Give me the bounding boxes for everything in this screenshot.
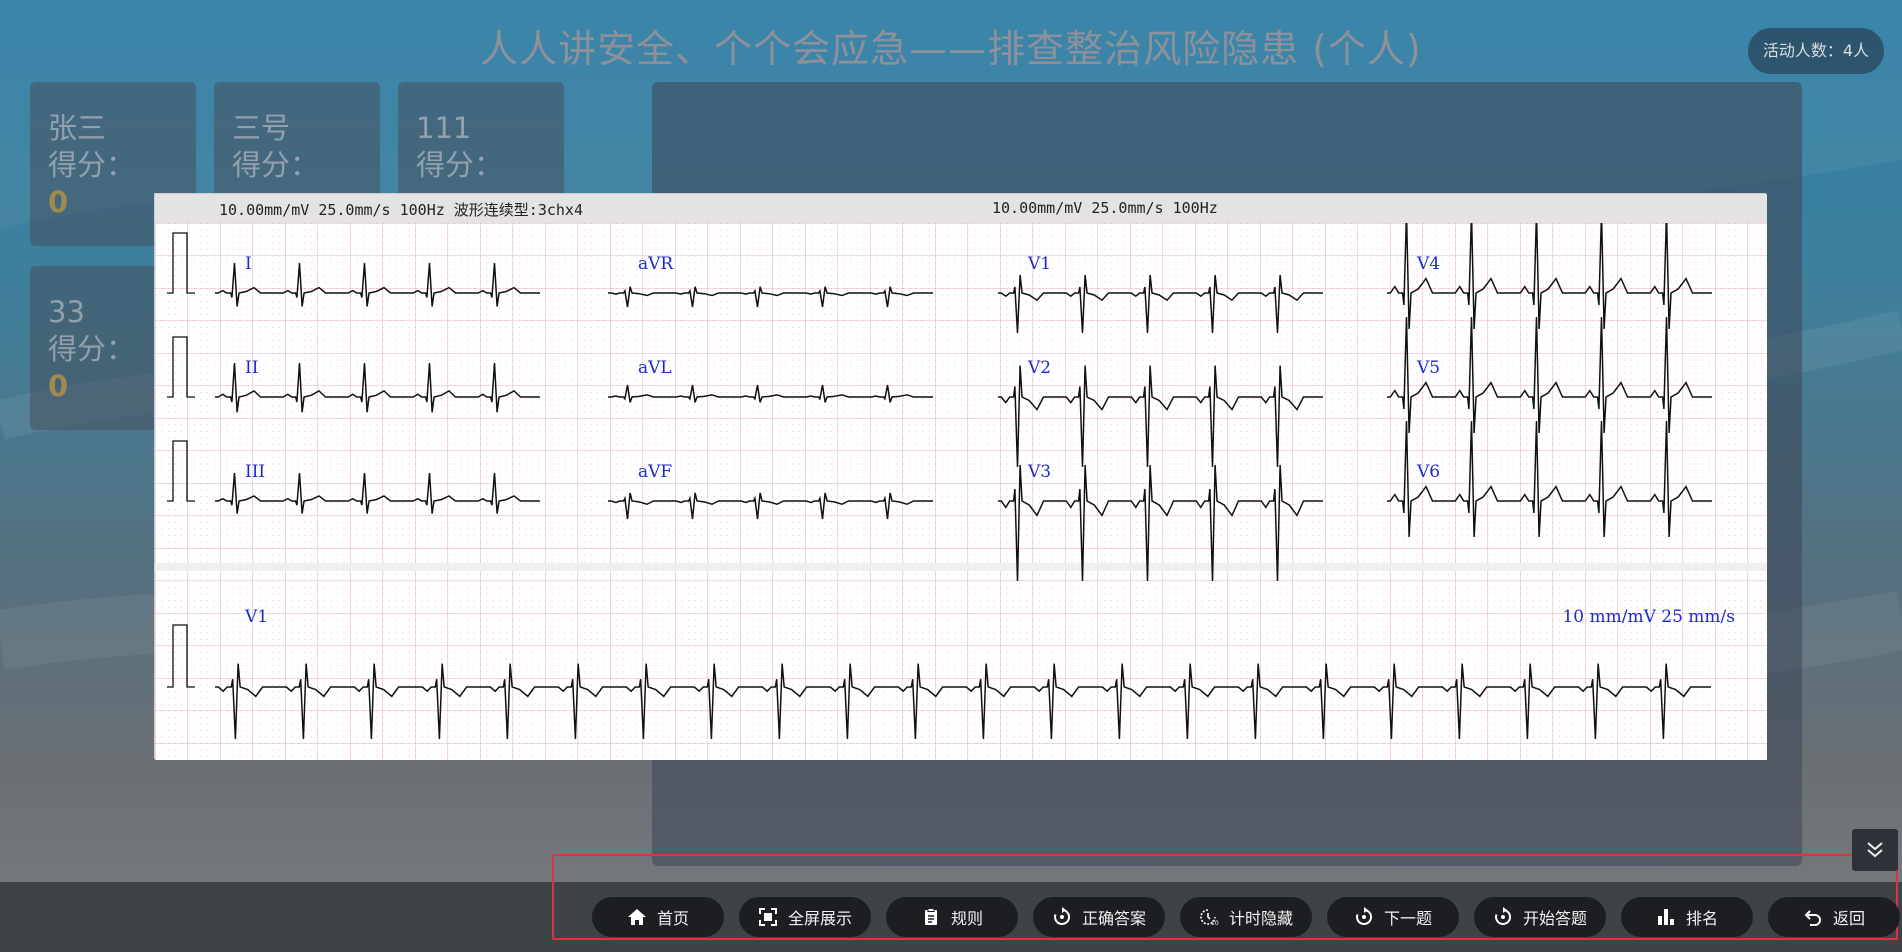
rules-button-label: 规则: [950, 909, 983, 928]
rules-icon: [924, 908, 937, 925]
score-label: 得分：: [48, 148, 136, 182]
ecg-lead-label: aVL: [638, 358, 672, 378]
start-answer-button-label: 开始答题: [1522, 909, 1587, 928]
page-title: 人人讲安全、个个会应急——排查整治风险隐患 (个人): [480, 27, 1422, 71]
start-answer-button[interactable]: 开始答题: [1474, 897, 1606, 937]
player-name: 三号: [232, 111, 291, 145]
correct-answer-button[interactable]: 正确答案: [1033, 897, 1165, 937]
start-icon: [1495, 907, 1511, 925]
active-count-badge: 活动人数：4人: [1748, 28, 1884, 74]
back-icon: [1804, 910, 1821, 926]
ranking-button-label: 排名: [1685, 909, 1718, 928]
ecg-lead-label: V2: [1027, 358, 1051, 378]
back-button[interactable]: 返回: [1768, 897, 1900, 937]
double-chevron-down-icon: [1867, 842, 1883, 858]
home-button-label: 首页: [656, 909, 689, 928]
timer-hide-button-label: 计时隐藏: [1228, 909, 1293, 928]
back-button-label: 返回: [1832, 909, 1865, 928]
collapse-toolbar-button[interactable]: [1852, 829, 1898, 871]
score-label: 得分：: [416, 148, 504, 182]
home-icon: [627, 909, 646, 925]
ecg-lead-label: V1: [244, 607, 268, 627]
home-button[interactable]: 首页: [592, 897, 724, 937]
ecg-lead-label: aVF: [638, 462, 672, 482]
timer-hide-icon: 10: [1200, 909, 1219, 927]
next-icon: [1356, 907, 1372, 925]
svg-text:10: 10: [1211, 920, 1219, 927]
ecg-lead-label: V4: [1416, 254, 1440, 274]
next-question-button[interactable]: 下一题: [1327, 897, 1459, 937]
fullscreen-icon: [758, 908, 777, 926]
timer-hide-button[interactable]: 10 计时隐藏: [1180, 897, 1312, 937]
ranking-button[interactable]: 排名: [1621, 897, 1753, 937]
ecg-lead-label: V3: [1027, 462, 1051, 482]
ecg-header-left: 10.00mm/mV 25.0mm/s 100Hz 波形连续型:3chx4: [219, 201, 583, 219]
ecg-lead-label: II: [245, 358, 258, 378]
next-question-button-label: 下一题: [1383, 909, 1432, 928]
ecg-header: 10.00mm/mV 25.0mm/s 100Hz 波形连续型:3chx4 10…: [155, 194, 1767, 223]
ecg-lead-label: V6: [1416, 462, 1440, 482]
player-name: 111: [416, 111, 472, 145]
ecg-lead-label: V5: [1416, 358, 1440, 378]
ecg-image: 10.00mm/mV 25.0mm/s 100Hz 波形连续型:3chx4 10…: [154, 193, 1767, 760]
fullscreen-button-label: 全屏展示: [787, 909, 852, 928]
ecg-header-right: 10.00mm/mV 25.0mm/s 100Hz: [992, 199, 1218, 217]
player-name: 张三: [48, 111, 107, 145]
ecg-lead-label: III: [245, 462, 265, 482]
ecg-traces: IaVR V1 V4 II aVL V2 V5 III aVF V3 V6 V1 10 mm/mV 25…: [155, 223, 1767, 760]
ecg-lead-label: I: [245, 254, 252, 274]
ecg-lead-label: 10 mm/mV 25 mm/s: [1562, 607, 1735, 627]
correct-answer-button-label: 正确答案: [1081, 909, 1146, 928]
answer-icon: [1054, 907, 1070, 925]
fullscreen-button[interactable]: 全屏展示: [739, 897, 871, 937]
rules-button[interactable]: 规则: [886, 897, 1018, 937]
ecg-lead-label: V1: [1027, 254, 1051, 274]
ranking-icon: [1657, 909, 1674, 925]
score-label: 得分：: [232, 148, 320, 182]
ecg-lead-label: aVR: [638, 254, 674, 274]
